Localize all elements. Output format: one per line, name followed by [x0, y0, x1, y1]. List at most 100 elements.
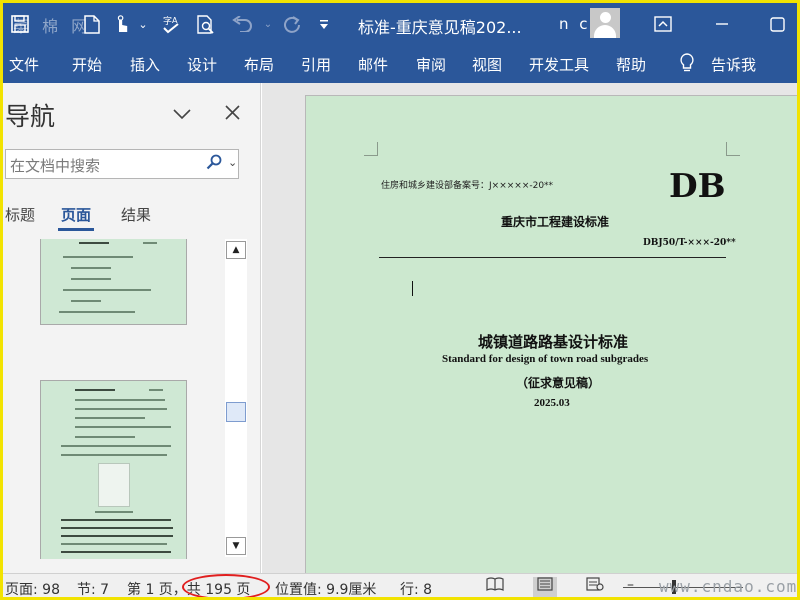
- nav-pane-title: 导航: [5, 102, 56, 131]
- tab-developer[interactable]: 开发工具: [529, 54, 589, 75]
- highlight-circle: [182, 574, 270, 597]
- save-icon[interactable]: [7, 3, 33, 45]
- title-english: Standard for design of town road subgrad…: [442, 353, 649, 365]
- status-vertical-position[interactable]: 位置值: 9.9厘米: [275, 579, 376, 597]
- tab-pages[interactable]: 页面: [61, 204, 91, 225]
- web-layout-icon[interactable]: [583, 577, 607, 597]
- search-input[interactable]: 在文档中搜索 ⌄: [5, 149, 239, 179]
- db-mark: DB: [669, 166, 726, 205]
- close-icon[interactable]: [225, 101, 240, 125]
- watermark-bottom-right: www.cndao.com: [659, 577, 798, 596]
- active-tab-underline: [58, 228, 94, 231]
- touch-mode-icon[interactable]: [109, 3, 135, 45]
- scrollbar-thumb[interactable]: [226, 402, 246, 422]
- tab-references[interactable]: 引用: [301, 54, 331, 75]
- document-title: 标准-重庆意见稿202...: [358, 18, 522, 37]
- thumb-line: [59, 311, 135, 313]
- thumb-line: [143, 242, 157, 244]
- undo-icon[interactable]: [227, 3, 257, 45]
- crop-mark-top-left: [364, 142, 378, 156]
- thumb-line: [63, 256, 133, 258]
- customize-toolbar-icon[interactable]: [315, 3, 333, 45]
- tab-mailings[interactable]: 邮件: [358, 54, 388, 75]
- print-layout-icon[interactable]: [533, 577, 557, 597]
- title-bar: 菜 棉 网 ⌄ 字A ⌄ 标准-重庆意见稿202... n c: [3, 3, 797, 45]
- standard-code: DBJ50/T-×××-20**: [643, 238, 736, 248]
- tab-home[interactable]: 开始: [72, 54, 102, 75]
- scroll-down-icon[interactable]: ▼: [226, 537, 246, 555]
- status-section[interactable]: 节: 7: [77, 579, 109, 597]
- chevron-down-icon[interactable]: [173, 101, 191, 125]
- title-chinese: 城镇道路路基设计标准: [478, 333, 629, 351]
- thumb-line: [75, 417, 145, 419]
- thumb-line: [79, 242, 109, 244]
- minimize-icon[interactable]: [708, 3, 736, 45]
- text-cursor: [412, 281, 413, 296]
- user-name[interactable]: n c: [559, 15, 591, 33]
- svg-text:字: 字: [163, 15, 172, 27]
- tab-review[interactable]: 审阅: [416, 54, 446, 75]
- tab-headings[interactable]: 标题: [5, 204, 35, 225]
- tab-results[interactable]: 结果: [121, 204, 151, 225]
- scroll-up-icon[interactable]: ▲: [226, 241, 246, 259]
- tab-layout[interactable]: 布局: [244, 54, 274, 75]
- lightbulb-icon[interactable]: [679, 53, 695, 77]
- dropdown-icon[interactable]: ⌄: [135, 3, 151, 45]
- tab-view[interactable]: 视图: [472, 54, 502, 75]
- search-options-dropdown-icon[interactable]: ⌄: [228, 156, 237, 169]
- thumb-line: [95, 511, 133, 513]
- new-document-icon[interactable]: [79, 3, 105, 45]
- tab-design[interactable]: 设计: [187, 54, 217, 75]
- avatar[interactable]: [590, 8, 620, 38]
- document-canvas: 住房和城乡建设部备案号：J×××××-20** DB 重庆市工程建设标准 DBJ…: [262, 83, 797, 585]
- crop-mark-top-right: [726, 142, 740, 156]
- status-page[interactable]: 页面: 98: [5, 579, 60, 597]
- document-date: 2025.03: [534, 397, 570, 409]
- print-preview-icon[interactable]: [193, 3, 219, 45]
- maximize-icon[interactable]: [763, 3, 791, 45]
- thumb-line: [75, 408, 167, 410]
- status-line[interactable]: 行: 8: [400, 579, 432, 597]
- thumb-line: [61, 519, 171, 521]
- thumb-line: [71, 267, 111, 269]
- thumb-line: [75, 389, 115, 391]
- spelling-check-icon[interactable]: 字A: [158, 3, 184, 45]
- standard-organization: 重庆市工程建设标准: [501, 215, 610, 229]
- status-bar: 页面: 98 节: 7 第 1 页，共 195 页 位置值: 9.9厘米 行: …: [3, 573, 798, 597]
- thumb-line: [75, 426, 171, 428]
- avatar-body-shape: [594, 25, 616, 38]
- thumb-line: [71, 300, 101, 302]
- search-placeholder: 在文档中搜索: [10, 157, 101, 175]
- filing-number: 住房和城乡建设部备案号：J×××××-20**: [381, 181, 554, 191]
- thumb-line: [61, 543, 167, 545]
- page-thumbnails: 98: [3, 239, 223, 559]
- header-rule: [379, 257, 726, 258]
- thumb-line: [63, 289, 151, 291]
- navigation-pane: 导航 在文档中搜索 ⌄ 标题 页面 结果 ▲ ▼: [3, 83, 261, 573]
- zoom-out-icon[interactable]: –: [627, 577, 634, 593]
- thumb-line: [71, 278, 111, 280]
- ribbon-tabs: 文件 开始 插入 设计 布局 引用 邮件 审阅 视图 开发工具 帮助 告诉我: [3, 45, 797, 83]
- redo-icon[interactable]: [279, 3, 305, 45]
- draft-label: （征求意见稿）: [516, 376, 601, 390]
- tell-me-box[interactable]: 告诉我: [711, 54, 756, 75]
- thumb-line: [149, 389, 163, 391]
- thumb-line: [61, 527, 173, 529]
- thumb-line: [61, 454, 167, 456]
- tab-file[interactable]: 文件: [9, 54, 39, 75]
- thumbnail-figure: [98, 463, 130, 507]
- search-icon[interactable]: [206, 154, 222, 174]
- tab-help[interactable]: 帮助: [616, 54, 646, 75]
- ribbon-display-options-icon[interactable]: [649, 3, 677, 45]
- thumb-line: [75, 436, 135, 438]
- page-thumbnail-98[interactable]: [40, 239, 187, 325]
- thumb-line: [75, 399, 165, 401]
- document-page[interactable]: 住房和城乡建设部备案号：J×××××-20** DB 重庆市工程建设标准 DBJ…: [305, 95, 797, 585]
- thumbnail-scrollbar[interactable]: ▲ ▼: [225, 239, 247, 557]
- thumb-line: [61, 551, 171, 553]
- tab-insert[interactable]: 插入: [130, 54, 160, 75]
- undo-dropdown-icon[interactable]: ⌄: [260, 3, 276, 45]
- read-mode-icon[interactable]: [483, 577, 507, 597]
- thumb-line: [61, 535, 173, 537]
- page-thumbnail-99[interactable]: [40, 380, 187, 559]
